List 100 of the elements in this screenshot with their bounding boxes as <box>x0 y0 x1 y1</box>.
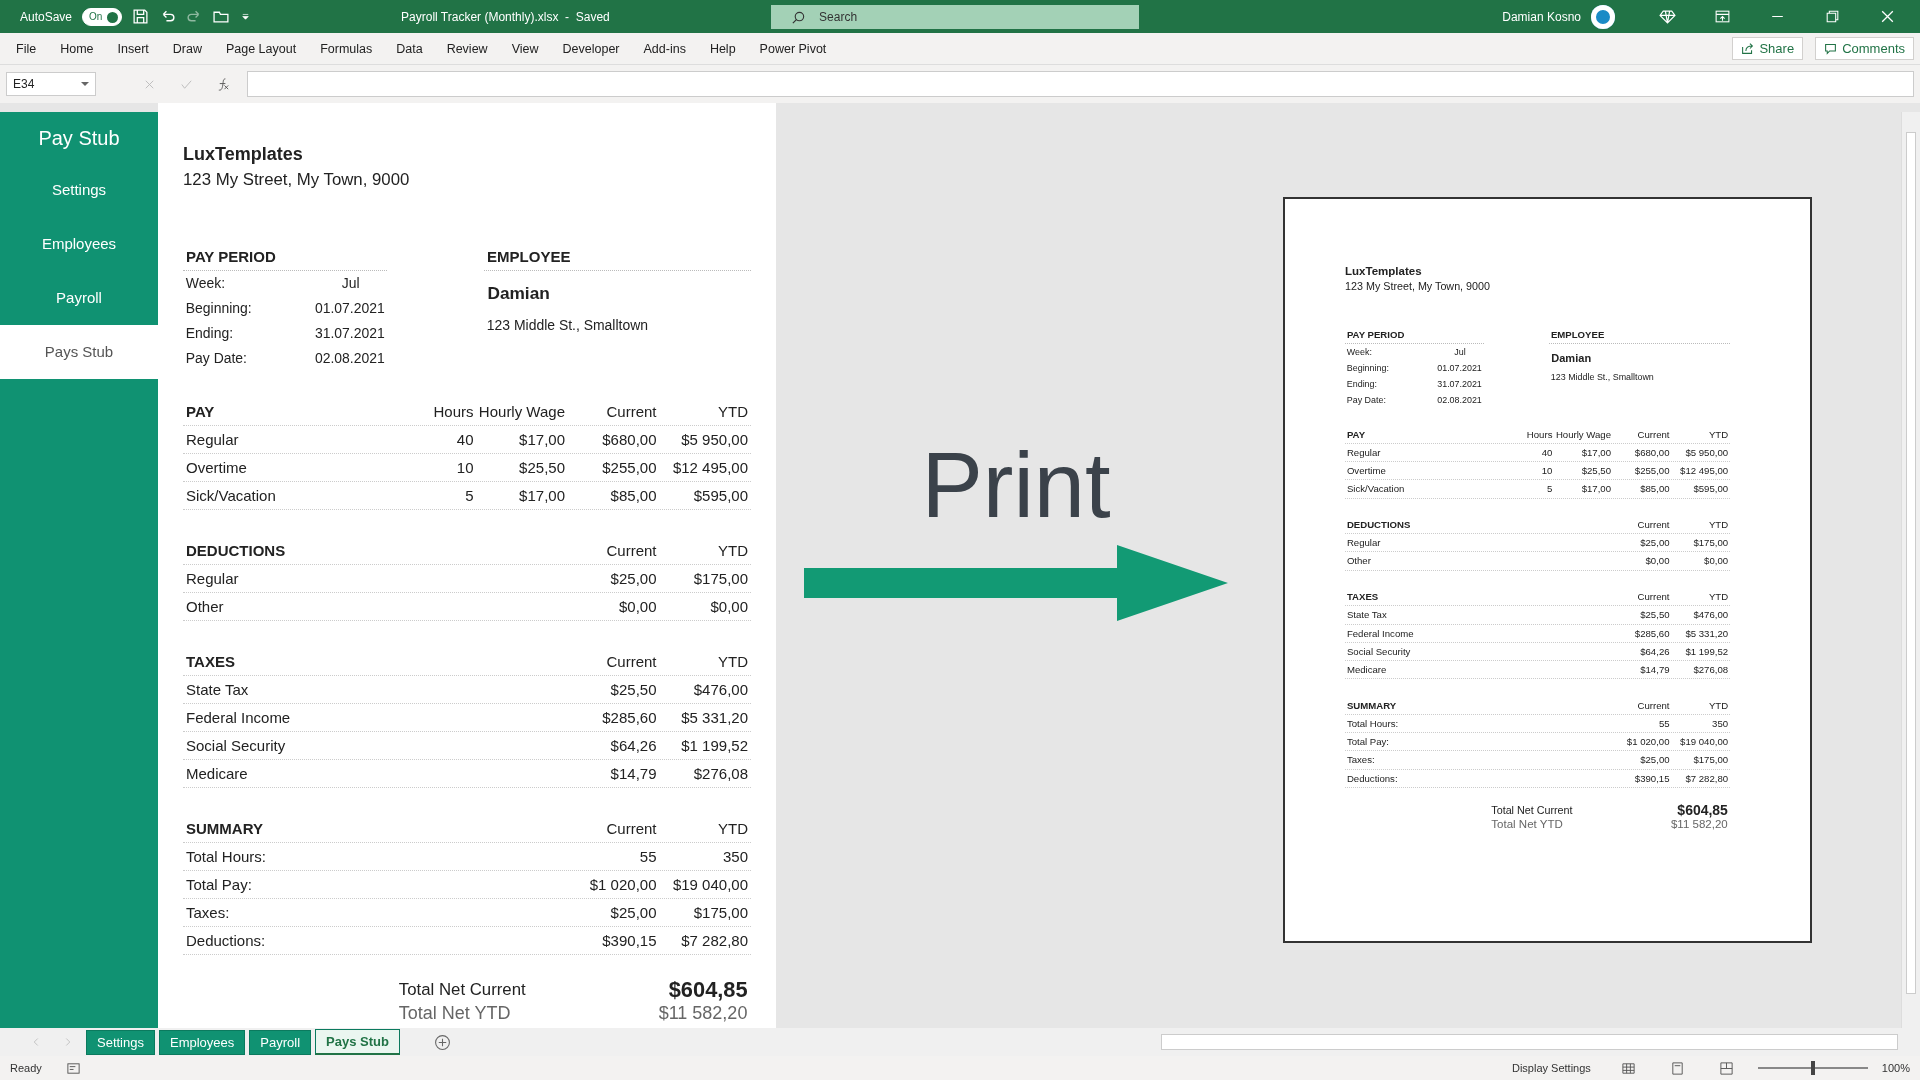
sidebar-item[interactable]: Payroll <box>0 271 158 325</box>
table-cell-text: $1 020,00 <box>588 874 657 895</box>
sheet-tab[interactable]: Settings <box>86 1029 155 1055</box>
ribbon-tab[interactable]: Draw <box>160 37 214 60</box>
search-field[interactable]: Search <box>771 4 1140 29</box>
formula-field[interactable] <box>247 71 1914 97</box>
function-icon[interactable] <box>216 76 231 92</box>
table-cell-text: $5 950,00 <box>1684 445 1729 460</box>
ribbon-tab[interactable]: Power Pivot <box>747 37 839 60</box>
row-label: Overtime <box>1346 464 1387 479</box>
section-title: TAXES <box>186 651 236 672</box>
name-box[interactable]: E34 <box>6 72 96 96</box>
display-settings-button[interactable]: Display Settings <box>1506 1061 1597 1075</box>
ribbon-tab[interactable]: Formulas <box>308 37 385 60</box>
table-cell-text: $1 199,52 <box>1684 644 1729 659</box>
ribbon-tab[interactable]: Page Layout <box>213 37 309 60</box>
table-cell-text: $19 040,00 <box>1679 735 1729 750</box>
table-cell-text: $14,79 <box>609 763 657 784</box>
table-cell-text: $25,50 <box>518 457 565 478</box>
table-cell-text: $1 199,52 <box>680 735 748 756</box>
field-label: Beginning: <box>1346 362 1389 376</box>
section-title: PAY PERIOD <box>1345 325 1484 345</box>
row-label: State Tax <box>1346 608 1388 623</box>
share-button[interactable]: Share <box>1732 37 1804 60</box>
column-header: YTD <box>717 540 748 561</box>
sidebar-item[interactable]: Employees <box>0 217 158 271</box>
sheet-tab[interactable]: Employees <box>159 1029 246 1055</box>
table-cell-text: 55 <box>638 846 657 867</box>
section-title: DEDUCTIONS <box>186 540 287 561</box>
table-cell-text: $175,00 <box>692 902 748 923</box>
table-cell-text: $14,79 <box>1639 663 1670 678</box>
table-cell-text: $17,00 <box>518 485 565 506</box>
table-cell-text: $390,15 <box>601 930 657 951</box>
column-header: YTD <box>1707 590 1729 604</box>
column-header: YTD <box>1707 427 1729 442</box>
section-title: EMPLOYEE <box>1549 325 1730 345</box>
ribbon-display-icon[interactable] <box>1714 8 1731 25</box>
print-label: Print <box>921 439 1111 531</box>
row-label: Sick/Vacation <box>1346 482 1406 497</box>
column-header: YTD <box>1707 698 1729 713</box>
ribbon-tab[interactable]: Insert <box>105 37 161 60</box>
table-cell-text: $64,26 <box>1639 644 1670 659</box>
ribbon-tab[interactable]: Data <box>384 37 435 60</box>
ribbon-tab[interactable]: Add-ins <box>631 37 698 60</box>
restore-icon[interactable] <box>1824 8 1841 25</box>
row-label: Federal Income <box>186 707 292 728</box>
table-cell-text: $255,00 <box>1633 464 1670 479</box>
column-header: Hourly Wage <box>1554 427 1611 442</box>
column-header: Hourly Wage <box>477 401 565 422</box>
total-label: Total Net Current <box>398 979 526 1002</box>
row-label: Other <box>186 596 225 617</box>
field-label: Week: <box>185 273 226 293</box>
table-cell-text: $64,26 <box>609 735 657 756</box>
column-header: Current <box>605 540 657 561</box>
vertical-scrollbar[interactable] <box>1901 112 1920 1028</box>
column-header: YTD <box>717 401 748 422</box>
table-cell-text: $25,50 <box>609 679 657 700</box>
table-cell-text: $25,00 <box>609 568 657 589</box>
normal-view-icon[interactable] <box>1620 1060 1636 1076</box>
share-icon <box>1741 42 1755 55</box>
table-cell-text: $390,15 <box>1633 771 1670 786</box>
column-header: Current <box>605 401 657 422</box>
column-header: Hours <box>432 401 474 422</box>
field-label: Pay Date: <box>185 348 247 368</box>
section-title: PAY PERIOD <box>183 242 388 271</box>
column-header: Current <box>1636 517 1670 532</box>
ribbon-tab[interactable]: File <box>4 37 49 60</box>
page-layout-icon[interactable] <box>1669 1060 1685 1076</box>
ribbon-tab[interactable]: View <box>499 37 551 60</box>
diamond-icon[interactable] <box>1659 8 1676 25</box>
ribbon-tab[interactable]: Help <box>697 37 748 60</box>
field-label: Week: <box>1346 346 1372 360</box>
row-label: Regular <box>1346 445 1382 460</box>
ribbon-tab[interactable]: Developer <box>550 37 632 60</box>
table-cell-text: $7 282,80 <box>1684 771 1729 786</box>
sheet-tab[interactable]: Pays Stub <box>315 1029 400 1055</box>
ribbon-tab[interactable]: Home <box>48 37 106 60</box>
table-cell-text: $5 950,00 <box>680 429 748 450</box>
table-cell-text: $25,00 <box>1639 536 1670 551</box>
sidebar-item[interactable]: Pays Stub <box>0 325 158 379</box>
field-label: Pay Date: <box>1346 394 1386 408</box>
save-icon[interactable] <box>132 8 150 25</box>
row-label: Taxes: <box>186 902 231 923</box>
page-break-icon[interactable] <box>1718 1060 1734 1076</box>
user-name[interactable]: Damian Kosno <box>1502 9 1581 24</box>
zoom-slider[interactable] <box>1757 1061 1868 1075</box>
add-sheet-icon[interactable] <box>433 1033 451 1051</box>
sheet-tab[interactable]: Payroll <box>249 1029 312 1055</box>
section-title: SUMMARY <box>186 818 264 839</box>
ribbon-tab[interactable]: Review <box>434 37 500 60</box>
autosave-toggle[interactable]: On <box>82 7 123 26</box>
row-label: Other <box>1346 554 1372 569</box>
horizontal-scrollbar[interactable] <box>1161 1034 1898 1050</box>
sidebar-item[interactable]: Settings <box>0 163 158 217</box>
close-icon[interactable] <box>1879 8 1896 25</box>
table-cell-text: $25,00 <box>609 902 657 923</box>
field-value: 02.08.2021 <box>1437 394 1482 408</box>
comments-button[interactable]: Comments <box>1815 37 1914 60</box>
avatar-icon[interactable] <box>1591 4 1615 29</box>
search-icon <box>791 9 807 25</box>
